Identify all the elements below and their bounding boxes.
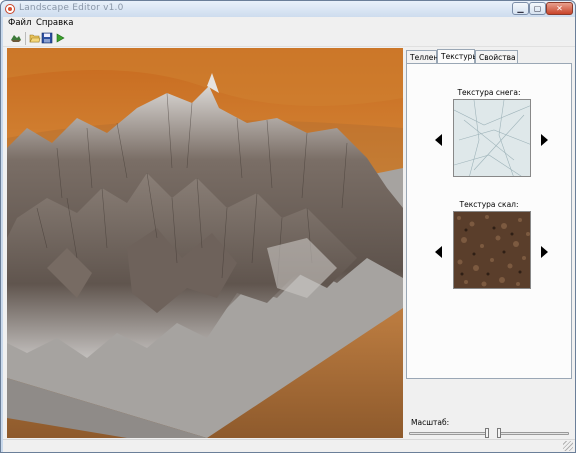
- scale-label: Масштаб:: [411, 418, 450, 427]
- save-icon[interactable]: [41, 32, 53, 44]
- maximize-button[interactable]: ▢: [529, 2, 546, 15]
- app-window: Landscape Editor v1.0 ▁ ▢ ✕ Файл Справка: [0, 0, 576, 453]
- toolbar: [3, 30, 575, 47]
- resize-grip[interactable]: [563, 441, 573, 451]
- right-panel: Теллен Текстуры Свойства Текстура снега:: [405, 48, 575, 442]
- close-button[interactable]: ✕: [546, 2, 573, 15]
- run-icon[interactable]: [54, 32, 66, 44]
- terrain-render: [7, 48, 403, 438]
- title-bar[interactable]: Landscape Editor v1.0 ▁ ▢ ✕: [1, 1, 575, 17]
- minimize-button[interactable]: ▁: [512, 2, 529, 15]
- slider-track: [409, 432, 489, 435]
- snow-texture-preview[interactable]: [453, 99, 531, 177]
- rock-prev-arrow[interactable]: [435, 246, 442, 258]
- menu-file[interactable]: Файл: [8, 18, 31, 28]
- tab-properties[interactable]: Свойства: [475, 50, 518, 64]
- snow-next-arrow[interactable]: [541, 134, 548, 146]
- tab-terrain[interactable]: Теллен: [406, 50, 438, 64]
- rock-texture-label: Текстура скал:: [459, 200, 519, 209]
- menu-help[interactable]: Справка: [36, 18, 73, 28]
- rock-next-arrow[interactable]: [541, 246, 548, 258]
- snow-texture-label: Текстура снега:: [457, 88, 521, 97]
- map-icon[interactable]: [10, 32, 22, 44]
- status-bar: [3, 439, 575, 452]
- menu-bar: Файл Справка: [3, 17, 575, 30]
- tab-textures[interactable]: Текстуры: [437, 49, 478, 64]
- client-area: Файл Справка Теллен Текстуры Свойства Те…: [3, 17, 575, 452]
- slider-thumb[interactable]: [497, 428, 501, 438]
- toolbar-separator: [25, 32, 26, 45]
- open-folder-icon[interactable]: [29, 32, 41, 44]
- window-title: Landscape Editor v1.0: [19, 3, 124, 13]
- 3d-viewport[interactable]: [7, 48, 403, 438]
- textures-tab-panel: Текстура снега: Текстура скал:: [406, 63, 572, 379]
- slider-thumb[interactable]: [485, 428, 489, 438]
- rock-texture-preview[interactable]: [453, 211, 531, 289]
- slider-track: [497, 432, 569, 435]
- app-icon: [5, 4, 15, 14]
- snow-prev-arrow[interactable]: [435, 134, 442, 146]
